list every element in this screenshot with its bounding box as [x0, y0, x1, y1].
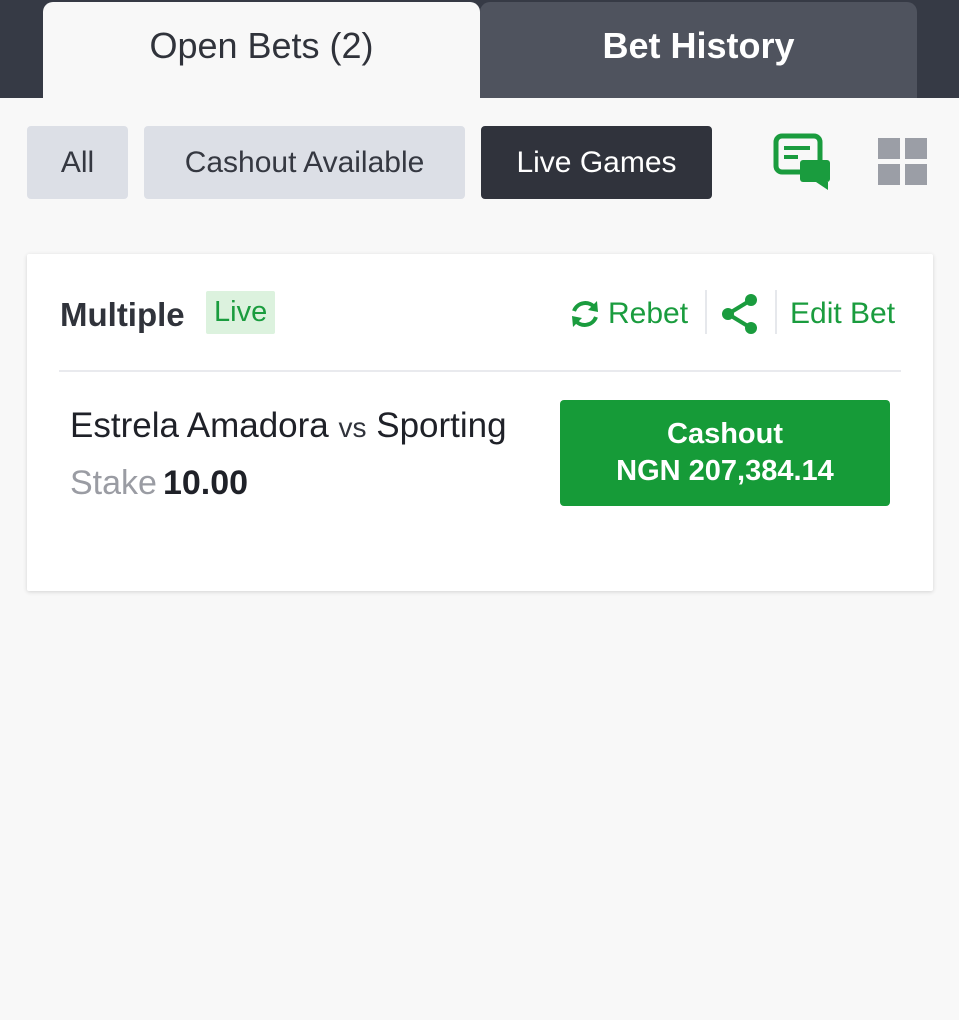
share-icon	[722, 294, 757, 334]
refresh-icon	[572, 301, 598, 327]
bet-type-label: Multiple	[60, 296, 185, 333]
divider	[705, 290, 707, 334]
grid-view-icon[interactable]	[876, 136, 930, 188]
divider	[775, 290, 777, 334]
tab-open-bets-label: Open Bets (2)	[149, 25, 374, 66]
vs-label: vs	[338, 412, 367, 443]
rebet-label: Rebet	[608, 297, 689, 330]
tab-bet-history-label: Bet History	[602, 25, 795, 66]
share-button[interactable]	[720, 294, 760, 334]
away-team: Sporting	[376, 406, 507, 445]
tab-bet-history[interactable]: Bet History	[480, 2, 917, 98]
stake-label: Stake	[70, 464, 157, 502]
edit-bet-button[interactable]: Edit Bet	[790, 294, 895, 334]
bet-slip-chat-icon[interactable]	[772, 132, 834, 192]
tab-open-bets[interactable]: Open Bets (2)	[43, 2, 480, 98]
rebet-button[interactable]: Rebet	[568, 294, 688, 334]
cashout-label: Cashout	[667, 418, 783, 450]
bet-card: Multiple Live Rebet Edit Bet Estrela Ama…	[27, 254, 933, 591]
card-divider	[59, 370, 901, 372]
home-team: Estrela Amadora	[70, 406, 329, 445]
match-title: Estrela Amadora vs Sporting	[70, 406, 507, 446]
live-badge: Live	[206, 291, 276, 334]
stake-row: Stake 10.00	[70, 464, 248, 503]
filter-live-games-button[interactable]: Live Games	[481, 126, 712, 199]
cashout-amount: NGN 207,384.14	[616, 455, 834, 487]
cashout-button[interactable]: Cashout NGN 207,384.14	[560, 400, 890, 506]
stake-value: 10.00	[162, 464, 249, 502]
top-tab-bar: Open Bets (2) Bet History	[0, 0, 959, 98]
filter-all-button[interactable]: All	[27, 126, 128, 199]
filter-cashout-available-button[interactable]: Cashout Available	[144, 126, 465, 199]
